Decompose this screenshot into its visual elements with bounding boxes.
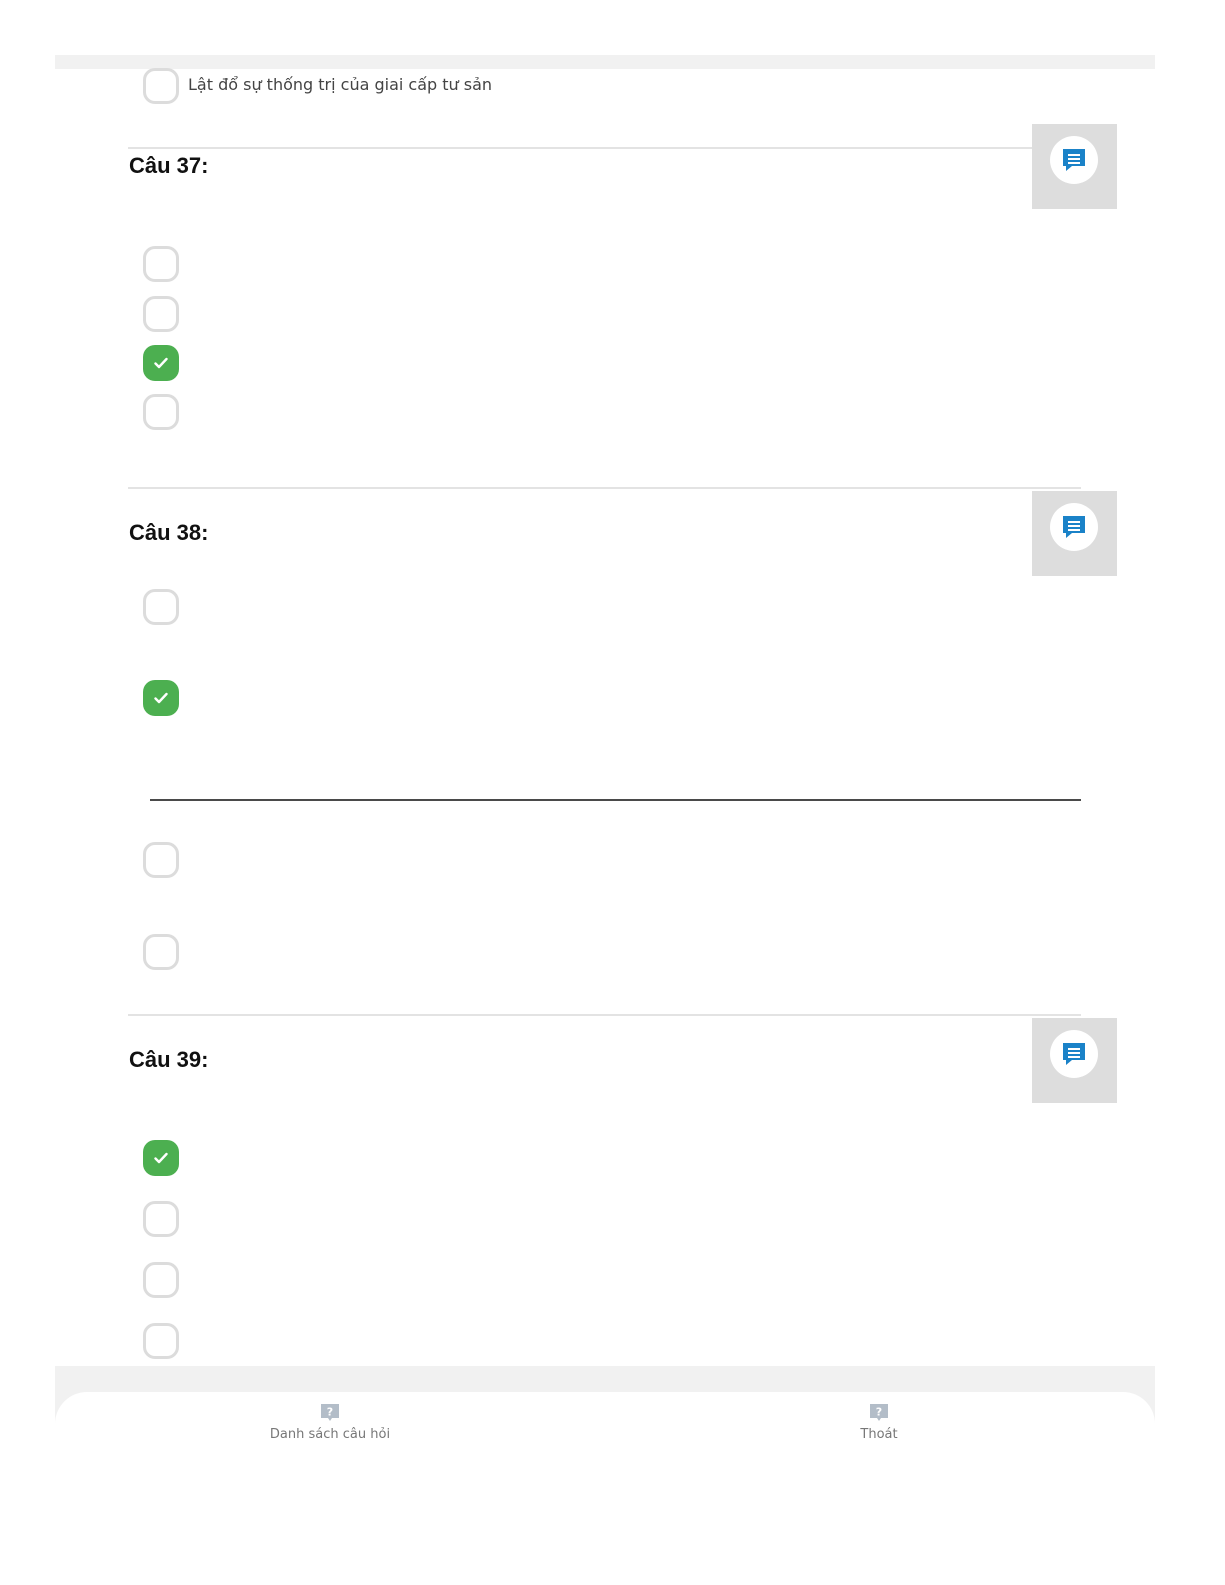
comment-button[interactable] [1032, 124, 1117, 209]
answer-option[interactable] [143, 842, 179, 878]
svg-text:?: ? [876, 1406, 882, 1419]
comment-button[interactable] [1032, 491, 1117, 576]
answer-option[interactable] [143, 296, 179, 332]
question-divider [128, 1014, 1081, 1016]
question-title: Câu 37: [129, 153, 209, 178]
question-title: Câu 39: [129, 1047, 209, 1072]
exit-button[interactable]: ? Thoát [779, 1403, 979, 1442]
question-list-button[interactable]: ? Danh sách câu hỏi [230, 1403, 430, 1442]
bottom-navigation: ? Danh sách câu hỏi ? Thoát [55, 1392, 1155, 1585]
comment-button[interactable] [1032, 1018, 1117, 1103]
check-icon [154, 357, 168, 369]
answer-option[interactable] [143, 1323, 179, 1359]
question-title: Câu 38: [129, 520, 209, 545]
question-icon: ? [870, 1404, 888, 1421]
check-icon [154, 1152, 168, 1164]
question-divider [128, 147, 1081, 149]
question-list-label: Danh sách câu hỏi [269, 1427, 391, 1442]
answer-option-selected[interactable] [143, 345, 179, 381]
option-separator [150, 799, 1081, 801]
answer-option[interactable] [143, 68, 179, 104]
svg-text:?: ? [327, 1406, 333, 1419]
answer-option-selected[interactable] [143, 1140, 179, 1176]
answer-option-text: Lật đổ sự thống trị của giai cấp tư sản [188, 75, 493, 94]
comment-icon [1050, 1030, 1098, 1078]
answer-option[interactable] [143, 1262, 179, 1298]
comment-icon [1050, 503, 1098, 551]
answer-option[interactable] [143, 394, 179, 430]
answer-option[interactable] [143, 934, 179, 970]
check-icon [154, 692, 168, 704]
answer-option-selected[interactable] [143, 680, 179, 716]
answer-option[interactable] [143, 589, 179, 625]
comment-icon [1050, 136, 1098, 184]
question-icon: ? [321, 1404, 339, 1421]
question-divider [128, 487, 1081, 489]
answer-option[interactable] [143, 1201, 179, 1237]
top-scroll-edge [55, 55, 1155, 69]
answer-option[interactable] [143, 246, 179, 282]
exit-label: Thoát [860, 1427, 898, 1442]
